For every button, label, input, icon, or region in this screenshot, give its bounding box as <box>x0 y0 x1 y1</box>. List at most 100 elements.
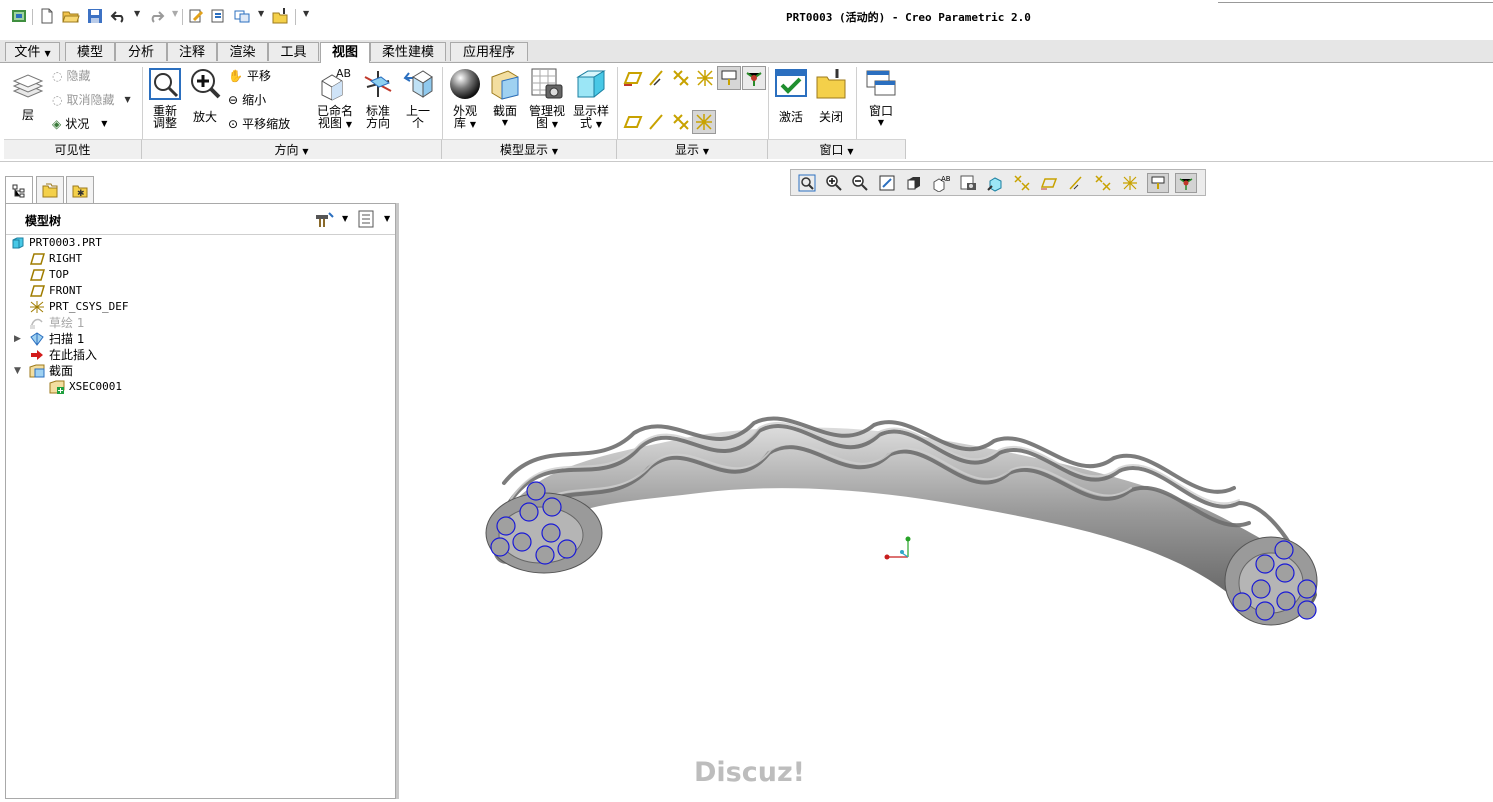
point-display-icon[interactable] <box>670 67 694 89</box>
csys-display-icon[interactable] <box>694 67 718 89</box>
refit-button[interactable]: 重新 调整 <box>146 67 184 129</box>
unhide-button[interactable]: ◌ 取消隐藏 ▼ <box>52 91 131 109</box>
redo-dropdown-icon[interactable]: ▼ <box>172 9 178 18</box>
windows-button[interactable]: 窗口 ▼ <box>862 67 900 129</box>
tree-expand-arrow-icon[interactable]: ▶ <box>14 334 21 344</box>
tree-item-front-plane[interactable]: FRONT <box>29 283 82 299</box>
spin-center-icon[interactable] <box>742 66 766 90</box>
folder-browser-tab[interactable] <box>36 176 64 204</box>
search-box-edge <box>1218 0 1493 3</box>
model-tree-tab[interactable] <box>5 176 33 204</box>
saved-views-button[interactable]: AB 已命名 视图 ▼ <box>312 67 358 131</box>
tab-analysis[interactable]: 分析 <box>115 42 167 61</box>
regenerate-icon[interactable] <box>186 6 206 26</box>
tab-applications[interactable]: 应用程序 <box>450 42 528 61</box>
section-label: 截面 <box>492 104 517 118</box>
close-button[interactable]: 关闭 <box>812 67 850 123</box>
annotation-display-icon[interactable] <box>1147 173 1169 193</box>
folder-browser-icon <box>42 183 58 198</box>
csys-display-icon[interactable] <box>1119 173 1141 193</box>
zoom-out-button[interactable]: ⊖ 缩小 <box>228 91 266 109</box>
tree-item-sections[interactable]: 截面 <box>29 363 73 379</box>
tree-item-sketch[interactable]: 草绘 1 <box>29 315 84 331</box>
tree-item-xsec[interactable]: XSEC0001 <box>49 379 122 395</box>
tree-show-dropdown-icon[interactable]: ▼ <box>384 214 390 223</box>
zoom-out-icon: ⊖ <box>228 93 239 107</box>
manage-views-button[interactable]: 管理视 图 ▼ <box>526 67 568 131</box>
window-dropdown-icon[interactable]: ▼ <box>258 9 264 18</box>
point-tag-display-icon[interactable] <box>670 111 694 133</box>
section-button[interactable]: 截面 ▼ <box>486 67 524 129</box>
pan-button[interactable]: ✋ 平移 <box>228 67 271 85</box>
tab-view[interactable]: 视图 <box>320 42 370 63</box>
tab-flexible-modeling[interactable]: 柔性建模 <box>370 42 446 61</box>
plane-tag-display-icon[interactable] <box>622 111 646 133</box>
favorites-tab[interactable]: ✱ <box>66 176 94 204</box>
axis-display-icon[interactable] <box>646 67 670 89</box>
zoom-in-button[interactable]: 放大 <box>186 67 224 123</box>
tree-collapse-arrow-icon[interactable]: ▼ <box>14 366 21 376</box>
window-icon[interactable] <box>232 6 252 26</box>
plane-display-icon[interactable] <box>1038 173 1060 193</box>
orientation-group-footer[interactable]: 方向 ▼ <box>142 139 442 159</box>
save-icon[interactable] <box>85 6 105 26</box>
ribbon-panel: 层 ◌ 隐藏 ◌ 取消隐藏 ▼ ◈ 状况 ▼ 可见性 重新 调整 放大 ✋ 平移 ⊖ 缩小 ⊙… <box>0 63 1493 162</box>
new-icon[interactable] <box>37 6 57 26</box>
window-group-footer[interactable]: 窗口 ▼ <box>768 139 906 159</box>
repaint-icon[interactable] <box>876 173 898 193</box>
tab-tools[interactable]: 工具 <box>268 42 319 61</box>
sweep-icon <box>30 332 44 346</box>
tree-item-right-plane[interactable]: RIGHT <box>29 251 82 267</box>
tree-item-part[interactable]: PRT0003.PRT <box>11 235 102 251</box>
tab-model[interactable]: 模型 <box>65 42 115 61</box>
csys-tag-display-icon[interactable] <box>692 110 716 134</box>
undo-dropdown-icon[interactable]: ▼ <box>134 9 140 18</box>
customize-toolbar-icon[interactable]: ▼ <box>303 9 309 18</box>
close-window-icon[interactable] <box>270 6 290 26</box>
show-group-footer[interactable]: 显示 ▼ <box>617 139 768 159</box>
zoom-in-icon[interactable] <box>823 173 845 193</box>
status-button[interactable]: ◈ 状况 ▼ <box>52 115 107 133</box>
saved-views-icon: AB <box>321 67 351 101</box>
spin-center-icon[interactable] <box>1175 173 1197 193</box>
xsec-icon <box>49 380 65 394</box>
undo-icon[interactable] <box>109 6 129 26</box>
refit-icon[interactable] <box>796 173 818 193</box>
pan-zoom-button[interactable]: ⊙ 平移缩放 <box>228 115 290 133</box>
tab-render[interactable]: 渲染 <box>217 42 268 61</box>
tab-file[interactable]: 文件 ▼ <box>5 42 60 61</box>
tree-show-button[interactable] <box>357 209 375 232</box>
axis-tag-display-icon[interactable] <box>646 111 670 133</box>
activate-button[interactable]: 激活 <box>772 67 810 123</box>
saved-views-icon[interactable]: AB <box>930 173 952 193</box>
datum-csys-display-icon[interactable] <box>1011 173 1033 193</box>
tree-settings-dropdown-icon[interactable]: ▼ <box>342 214 348 223</box>
display-style-button[interactable]: 显示样 式 ▼ <box>570 67 612 131</box>
perspective-icon[interactable] <box>984 173 1006 193</box>
model-display-group-footer[interactable]: 模型显示 ▼ <box>442 139 617 159</box>
tab-annotate[interactable]: 注释 <box>167 42 217 61</box>
layer-button[interactable]: 层 <box>8 69 48 121</box>
redo-icon[interactable] <box>146 6 166 26</box>
tree-item-insert-here[interactable]: 在此插入 <box>29 347 97 363</box>
zoom-out-icon[interactable] <box>849 173 871 193</box>
open-icon[interactable] <box>61 6 81 26</box>
axis-display-icon[interactable] <box>1065 173 1087 193</box>
standard-orientation-button[interactable]: 标准 方向 <box>358 67 398 129</box>
hide-button[interactable]: ◌ 隐藏 <box>52 67 91 85</box>
tree-item-top-plane[interactable]: TOP <box>29 267 69 283</box>
display-style-icon[interactable] <box>903 173 925 193</box>
switch-window-icon[interactable] <box>208 6 228 26</box>
tree-settings-button[interactable] <box>313 209 335 232</box>
graphics-viewport[interactable] <box>399 203 1493 799</box>
view-manager-icon[interactable] <box>957 173 979 193</box>
previous-view-button[interactable]: 上一 个 <box>400 67 436 129</box>
tree-item-sweep[interactable]: 扫描 1 <box>29 331 84 347</box>
appearance-gallery-button[interactable]: 外观 库 ▼ <box>446 67 484 131</box>
annotation-display-icon[interactable] <box>717 66 741 90</box>
manage-views-label-line2: 图 ▼ <box>536 116 558 130</box>
app-icon[interactable] <box>9 6 29 26</box>
point-display-icon[interactable] <box>1092 173 1114 193</box>
plane-display-icon[interactable] <box>622 67 646 89</box>
tree-item-csys[interactable]: PRT_CSYS_DEF <box>29 299 128 315</box>
